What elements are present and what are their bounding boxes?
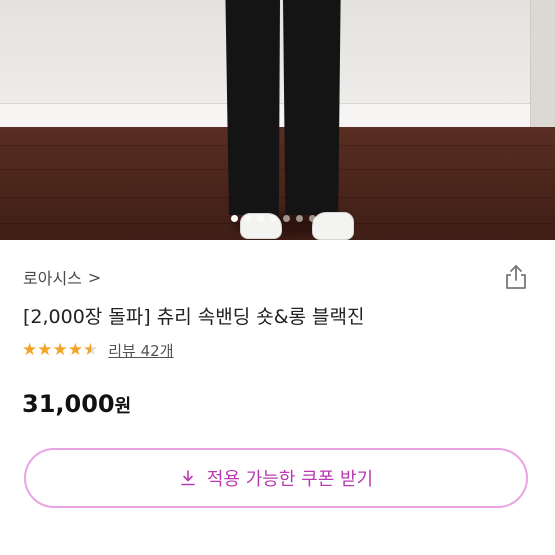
rating-row: ★ ★ ★ ★ ★ 리뷰 42개 <box>22 340 174 361</box>
image-pagination[interactable] <box>231 215 316 222</box>
share-icon[interactable] <box>503 263 529 291</box>
price-number: 31,000 <box>22 390 115 418</box>
pagination-dot[interactable] <box>244 215 251 222</box>
jeans-right-leg <box>283 0 341 215</box>
product-title: [2,000장 돌파] 츄리 속밴딩 숏&롱 블랙진 <box>23 306 365 328</box>
jeans-left-leg <box>225 0 280 215</box>
star-icon: ★ <box>22 340 38 360</box>
star-icon: ★ <box>37 340 53 360</box>
product-image[interactable] <box>0 0 555 240</box>
pagination-dot[interactable] <box>231 215 238 222</box>
get-coupon-button[interactable]: 적용 가능한 쿠폰 받기 <box>24 448 528 508</box>
star-icon: ★ <box>52 340 68 360</box>
pagination-dot[interactable] <box>309 215 316 222</box>
store-link[interactable]: 로아시스 > <box>23 265 101 289</box>
star-icon: ★ <box>67 340 83 360</box>
download-icon <box>181 470 195 486</box>
store-name: 로아시스 <box>23 269 82 288</box>
shoe-right <box>312 212 354 240</box>
coupon-button-label: 적용 가능한 쿠폰 받기 <box>206 469 374 490</box>
wall-corner <box>530 0 555 140</box>
pagination-dot[interactable] <box>296 215 303 222</box>
pagination-dot[interactable] <box>283 215 290 222</box>
review-count-link[interactable]: 리뷰 42개 <box>108 340 173 361</box>
pagination-dot[interactable] <box>257 215 264 222</box>
pagination-dot[interactable] <box>270 215 277 222</box>
price: 31,000원 <box>22 390 131 418</box>
chevron-right-icon: > <box>87 267 102 287</box>
star-half-icon: ★ <box>83 340 99 360</box>
star-rating: ★ ★ ★ ★ ★ <box>22 342 98 359</box>
price-unit: 원 <box>114 396 132 417</box>
